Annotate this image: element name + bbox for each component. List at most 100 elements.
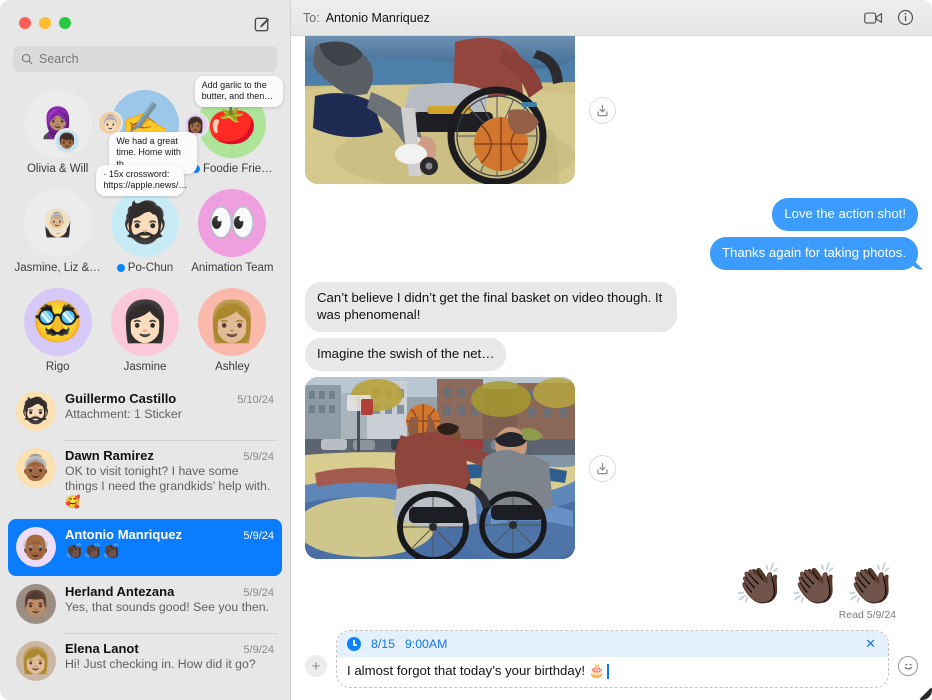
pinned-conversation-ashley[interactable]: 👩🏼 Ashley	[189, 288, 276, 373]
message-row	[305, 36, 918, 184]
conversation-body: Elena Lanot 5/9/24 Hi! Just checking in. H…	[65, 641, 274, 681]
pinned-label-text: Foodie Frie…	[202, 163, 273, 175]
pinned-conversation-olivia-will[interactable]: 🧕🏽 👦🏾 Olivia & Will	[14, 90, 101, 175]
clap-reaction-emoji[interactable]: 👏🏿	[846, 565, 896, 605]
recipient-name[interactable]: Antonio Manriquez	[326, 11, 430, 25]
maximize-window-button[interactable]	[59, 17, 71, 29]
text-caret	[607, 663, 609, 679]
read-receipt: Read 5/9/24	[838, 609, 896, 622]
conversation-pane: To: Antonio Manriquez Love the action sh…	[291, 0, 932, 700]
conversation-top-row: Herland Antezana 5/9/24	[65, 584, 274, 599]
clap-reaction-row[interactable]: 👏🏿 👏🏿 👏🏿	[305, 565, 918, 605]
conversation-name: Dawn Ramirez	[65, 448, 154, 463]
conversation-avatar: 👵🏾	[16, 448, 56, 488]
pinned-conversation-foodie-frie[interactable]: 🍅 👩🏾 Add garlic to the butter, and then… Fo…	[182, 76, 283, 175]
conversation-name: Elena Lanot	[65, 641, 139, 657]
conversation-date: 5/9/24	[243, 587, 274, 600]
pinned-message-preview-bubble: · 15x crossword: https://apple.news/…	[96, 165, 187, 196]
pinned-avatar: 👩🏼	[198, 288, 267, 356]
search-icon	[21, 53, 33, 65]
pinned-label-text: Rigo	[45, 361, 70, 373]
clap-reaction-emoji[interactable]: 👏🏿	[735, 565, 785, 605]
dismiss-suggestion-button[interactable]: ✕	[863, 636, 878, 652]
window-resize-handle[interactable]	[918, 686, 932, 700]
pinned-conversation-jasmine[interactable]: 👩🏻 Jasmine	[101, 288, 188, 373]
pinned-label-text: Jasmine, Liz &…	[14, 262, 101, 274]
pinned-conversation-jasmine-liz[interactable]: 👩🏻👵🏼Jasmine, Liz &…	[14, 189, 101, 274]
download-icon	[597, 462, 608, 474]
basketball-court-image-1	[305, 36, 575, 184]
conversation-preview: Yes, that sounds good! See you then.	[65, 600, 269, 615]
outgoing-message-bubble[interactable]: Thanks again for taking photos.	[709, 236, 918, 270]
pinned-label: Ashley	[215, 361, 250, 373]
message-row: Thanks again for taking photos.	[305, 236, 918, 270]
pinned-avatar: 👀	[198, 189, 267, 257]
conversation-top-row: Elena Lanot 5/9/24	[65, 641, 274, 656]
conversation-list-item[interactable]: 👨🏽 Herland Antezana 5/9/24 Yes, that sounds…	[8, 576, 282, 633]
close-window-button[interactable]	[19, 17, 31, 29]
pinned-conversation-animation-team[interactable]: 👀 Animation Team	[189, 189, 276, 274]
pinned-conversation-penpals[interactable]: ✍️👵🏻We had a great time. Home with th…Pe…	[97, 90, 198, 175]
pinned-label: Jasmine, Liz &…	[15, 262, 101, 274]
pinned-conversations-grid: 🧕🏽 👦🏾 Olivia & Will ✍️ 👵🏻 We had a great time…	[0, 76, 290, 383]
compose-message-button[interactable]	[250, 12, 274, 36]
video-camera-icon	[863, 11, 882, 24]
pinned-conversation-rigo[interactable]: 🥸 Rigo	[14, 288, 101, 373]
incoming-message-bubble[interactable]: Can’t believe I didn’t get the final bas…	[305, 281, 677, 333]
conversation-preview: OK to visit tonight? I have some things …	[65, 464, 271, 509]
suggestion-date[interactable]: 8/15	[371, 637, 395, 651]
photo-attachment-2[interactable]	[305, 377, 575, 560]
download-attachment-button-2[interactable]	[589, 454, 616, 482]
conversation-avatar: 👩🏼	[16, 641, 56, 682]
suggestion-time[interactable]: 9:00AM	[405, 637, 447, 651]
smiley-icon	[904, 663, 912, 670]
pinned-conversation-po-chun[interactable]: 🧔🏻 · 15x crossword: https://apple.news/… P…	[96, 165, 188, 274]
conversation-list-item[interactable]: 👩🏼 Elena Lanot 5/9/24 Hi! Just checking in.…	[8, 633, 282, 690]
pinned-label: Po-Chun	[116, 262, 173, 274]
conversation-preview: Hi! Just checking in. How did it go?	[65, 657, 256, 672]
message-input[interactable]: I almost forgot that today’s your birthd…	[337, 657, 888, 687]
conversation-list: 🧔🏻 Guillermo Castillo 5/10/24 Attachment: 1…	[0, 383, 290, 700]
outgoing-message-bubble[interactable]: Love the action shot!	[772, 198, 918, 231]
pinned-secondary-avatar: 👵🏼	[44, 207, 70, 233]
conversation-name: Antonio Manriquez	[65, 527, 182, 543]
conversation-top-row: Guillermo Castillo 5/10/24	[65, 391, 274, 406]
composer-input-shell: 8/15 9:00AM ✕ I almost forgot that today…	[336, 630, 889, 688]
details-button[interactable]	[892, 5, 918, 31]
sidebar: Search 🧕🏽 👦🏾 Olivia & Will ✍️ 👵🏻 We had a gre…	[0, 0, 291, 700]
conversation-preview: 👏🏿👏🏿👏🏿	[65, 543, 122, 561]
download-attachment-button-1[interactable]	[589, 96, 616, 124]
search-input[interactable]: Search	[13, 46, 277, 72]
clock-icon	[347, 637, 361, 651]
conversation-preview: Attachment: 1 Sticker	[65, 407, 182, 421]
facetime-button[interactable]	[860, 5, 886, 31]
to-label: To:	[303, 10, 320, 25]
conversation-top-row: Dawn Ramirez 5/9/24	[65, 448, 274, 463]
conversation-list-item[interactable]: 👴🏾 Antonio Manriquez 5/9/24 👏🏿👏🏿👏🏿	[8, 519, 282, 577]
download-icon	[597, 104, 608, 116]
message-row: Can’t believe I didn’t get the final bas…	[305, 281, 918, 333]
conversation-list-item[interactable]: 🧔🏻 Guillermo Castillo 5/10/24 Attachment: 1…	[8, 383, 282, 440]
minimize-window-button[interactable]	[39, 17, 51, 29]
pinned-label-text: Jasmine	[123, 361, 167, 373]
conversation-date: 5/9/24	[243, 530, 274, 543]
conversation-body: Guillermo Castillo 5/10/24 Attachment: 1 S…	[65, 391, 274, 431]
conversation-date: 5/10/24	[237, 394, 274, 406]
message-thread[interactable]: Love the action shot! Thanks again for t…	[291, 36, 932, 622]
emoji-picker-button[interactable]	[898, 656, 918, 676]
conversation-list-item[interactable]: 👵🏾 Dawn Ramirez 5/9/24 OK to visit tonight?…	[8, 440, 282, 519]
conversation-name: Herland Antezana	[65, 584, 175, 600]
photo-attachment-1[interactable]	[305, 36, 575, 184]
smart-suggestion-bar[interactable]: 8/15 9:00AM ✕	[337, 631, 888, 657]
conversation-avatar: 👴🏾	[16, 527, 56, 568]
incoming-message-bubble[interactable]: Imagine the swish of the net…	[305, 338, 507, 372]
info-icon	[897, 9, 913, 26]
pinned-label: Rigo	[46, 361, 70, 373]
titlebar	[0, 0, 290, 46]
clap-reaction-emoji[interactable]: 👏🏿	[790, 565, 840, 605]
add-attachment-button[interactable]: +	[305, 655, 327, 677]
pinned-label-text: Ashley	[215, 361, 250, 373]
conversation-avatar: 🧔🏻	[16, 391, 56, 431]
pinned-label: Olivia & Will	[27, 163, 88, 175]
message-input-value: I almost forgot that today’s your birthd…	[347, 663, 606, 678]
